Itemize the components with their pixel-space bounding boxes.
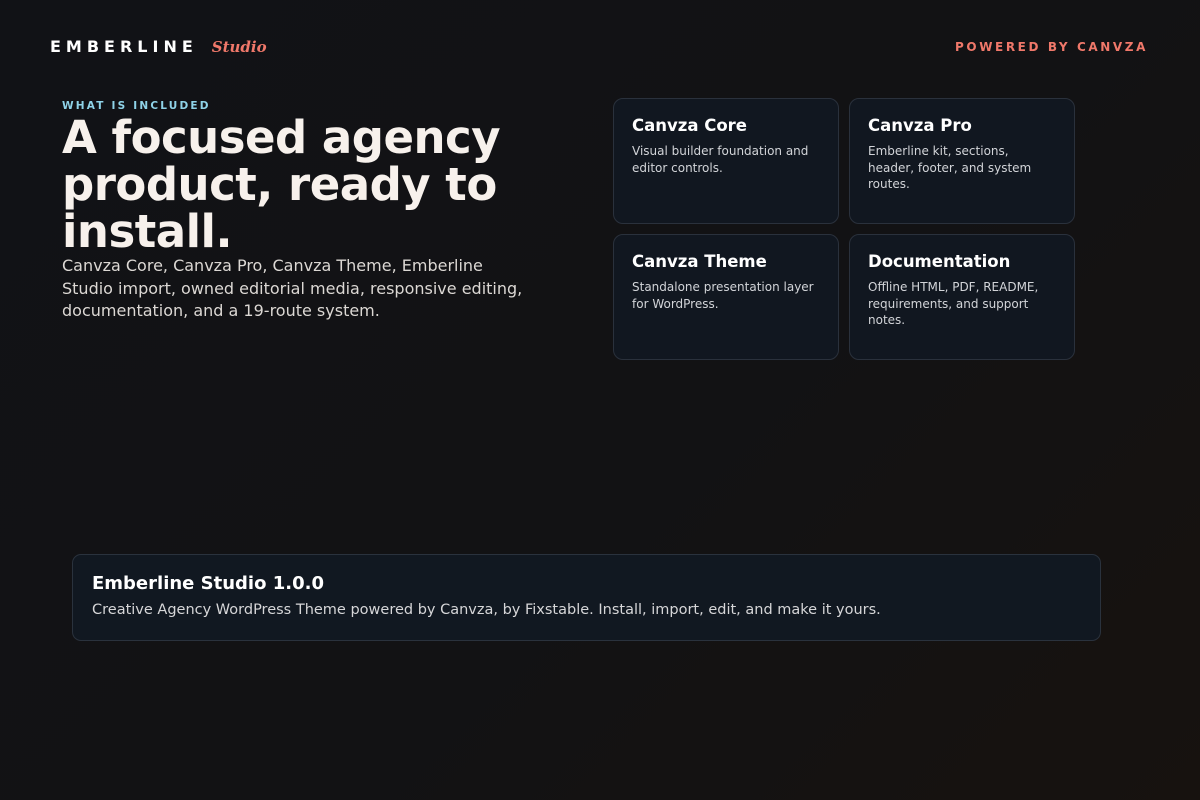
card-title: Documentation	[868, 252, 1011, 271]
page-title: A focused agency product, ready to insta…	[62, 111, 501, 258]
card-description: Emberline kit, sections, header, footer,…	[868, 144, 1032, 191]
brand-subtitle: Studio	[211, 38, 267, 56]
card-description: Standalone presentation layer for WordPr…	[632, 280, 814, 311]
hero-description: Canvza Core, Canvza Pro, Canvza Theme, E…	[62, 256, 523, 320]
brand-logo[interactable]: EMBERLINE Studio	[50, 37, 267, 56]
card-title: Canvza Core	[632, 116, 748, 135]
included-items-grid: Canvza Core Visual builder foundation an…	[613, 98, 1075, 360]
card-title: Canvza Theme	[632, 252, 767, 271]
brand-name: EMBERLINE	[50, 37, 198, 56]
release-description: Creative Agency WordPress Theme powered …	[92, 602, 881, 618]
card-description: Offline HTML, PDF, README, requirements,…	[868, 280, 1039, 327]
card-canvza-theme: Canvza Theme Standalone presentation lay…	[613, 234, 839, 360]
card-canvza-core: Canvza Core Visual builder foundation an…	[613, 98, 839, 224]
card-documentation: Documentation Offline HTML, PDF, README,…	[849, 234, 1075, 360]
powered-by-label: POWERED BY CANVZA	[955, 40, 1148, 54]
card-description: Visual builder foundation and editor con…	[632, 144, 809, 175]
card-title: Canvza Pro	[868, 116, 972, 135]
release-title: Emberline Studio 1.0.0	[92, 573, 324, 594]
card-canvza-pro: Canvza Pro Emberline kit, sections, head…	[849, 98, 1075, 224]
hero-section: WHAT IS INCLUDED A focused agency produc…	[62, 100, 542, 323]
release-banner: Emberline Studio 1.0.0 Creative Agency W…	[72, 554, 1101, 641]
